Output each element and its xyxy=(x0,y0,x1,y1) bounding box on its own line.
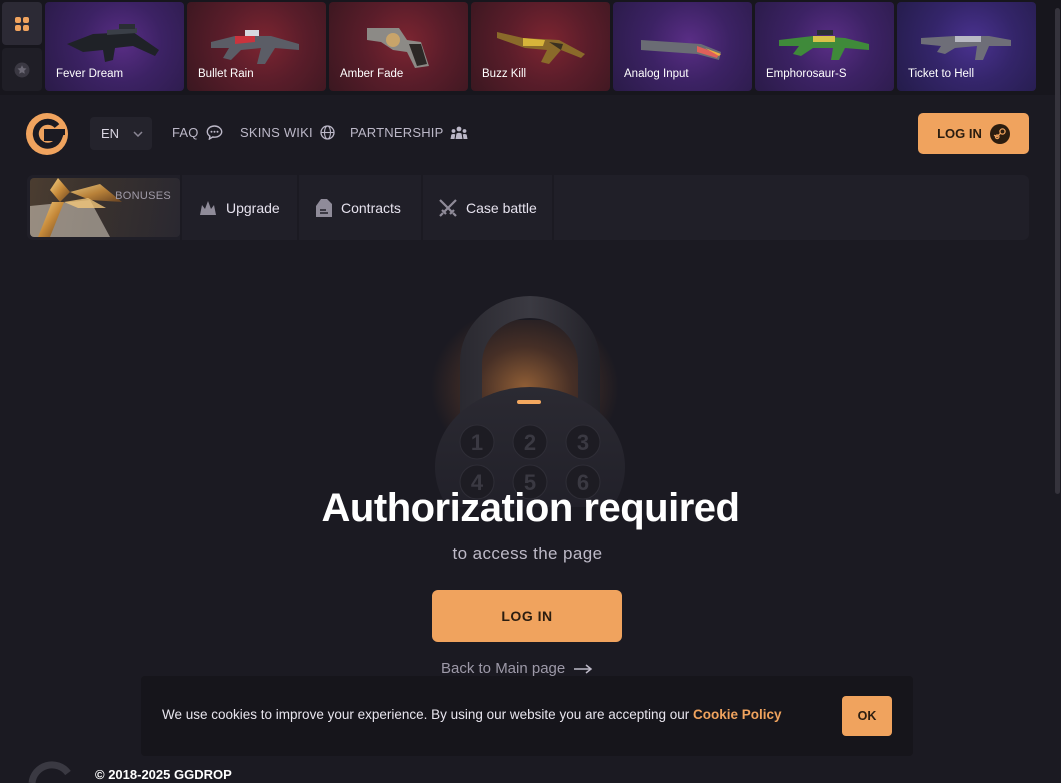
steam-icon xyxy=(989,123,1010,144)
language-select[interactable]: EN xyxy=(90,117,152,150)
login-button-header[interactable]: LOG IN xyxy=(918,113,1029,154)
copyright-text: © 2018-2025 GGDROP xyxy=(95,767,232,782)
login-main-label: LOG IN xyxy=(501,608,553,624)
menu-case-battle-label: Case battle xyxy=(466,199,537,216)
rifle-icon xyxy=(779,30,869,60)
cookie-text: We use cookies to improve your experienc… xyxy=(162,707,694,722)
drop-item[interactable]: Analog Input xyxy=(613,2,752,91)
menu-divider xyxy=(421,175,423,240)
cookie-ok-label: OK xyxy=(857,709,877,723)
drop-item[interactable]: Bullet Rain xyxy=(187,2,326,91)
nav-faq-label: FAQ xyxy=(172,125,199,140)
drop-item[interactable]: Amber Fade xyxy=(329,2,468,91)
menu-contracts-label: Contracts xyxy=(341,199,401,216)
nav-partnership[interactable]: PARTNERSHIP xyxy=(350,125,468,140)
globe-icon xyxy=(320,125,335,140)
svg-text:3: 3 xyxy=(577,430,589,455)
scrollbar-thumb[interactable] xyxy=(1055,8,1060,494)
padlock-icon: 123 456 xyxy=(435,296,625,507)
rifle-icon xyxy=(211,30,299,64)
language-label: EN xyxy=(101,126,120,141)
login-button-label: LOG IN xyxy=(937,126,982,141)
back-to-main-link[interactable]: Back to Main page xyxy=(441,660,593,677)
star-icon xyxy=(14,62,30,77)
login-button-main[interactable]: LOG IN xyxy=(432,590,622,642)
contract-icon xyxy=(316,198,332,217)
chat-icon xyxy=(206,125,223,140)
drop-item-name: Amber Fade xyxy=(340,68,404,80)
grid-icon xyxy=(15,16,29,31)
nav-partnership-label: PARTNERSHIP xyxy=(350,125,444,140)
auth-title: Authorization required xyxy=(321,486,740,530)
crossed-swords-icon xyxy=(439,198,457,217)
strip-tabs xyxy=(2,2,42,94)
shotgun-icon xyxy=(641,40,721,60)
nav-faq[interactable]: FAQ xyxy=(172,125,223,140)
drop-item[interactable]: Emphorosaur-S xyxy=(755,2,894,91)
drop-item-name: Analog Input xyxy=(624,68,689,80)
drop-item-name: Buzz Kill xyxy=(482,68,527,80)
cookie-policy-link[interactable]: Cookie Policy xyxy=(693,707,782,722)
drop-item[interactable]: Ticket to Hell xyxy=(897,2,1036,91)
auth-subtitle: to access the page xyxy=(452,544,603,563)
revolver-icon xyxy=(367,28,429,68)
cookie-message: We use cookies to improve your experienc… xyxy=(162,707,782,722)
menu-case-battle[interactable]: Case battle xyxy=(438,175,537,240)
rifle-icon xyxy=(497,32,585,64)
back-link-label: Back to Main page xyxy=(441,660,566,677)
ggdrop-logo-icon[interactable] xyxy=(25,112,69,156)
cookie-banner: We use cookies to improve your experienc… xyxy=(141,676,913,756)
menu-divider xyxy=(180,175,182,240)
menu-upgrade-label: Upgrade xyxy=(226,199,280,216)
upgrade-icon xyxy=(200,200,216,215)
gift-icon xyxy=(30,178,122,237)
arrow-right-icon xyxy=(574,663,593,674)
nav-skins-wiki-label: SKINS WIKI xyxy=(240,125,313,140)
people-icon xyxy=(450,126,468,139)
footer-logo-icon xyxy=(28,761,71,783)
live-drop-strip: Fever Dream Bullet Rain Amber Fade Buzz … xyxy=(0,0,1061,95)
game-menu: BONUSES Upgrade Contracts Case battle xyxy=(27,175,1029,240)
menu-divider xyxy=(552,175,554,240)
chevron-down-icon xyxy=(133,130,143,137)
bonuses-label: BONUSES xyxy=(115,190,171,202)
nav-skins-wiki[interactable]: SKINS WIKI xyxy=(240,125,335,140)
drop-item-name: Bullet Rain xyxy=(198,68,254,80)
drop-item-name: Fever Dream xyxy=(56,68,124,80)
rifle-icon xyxy=(921,36,1011,60)
menu-contracts[interactable]: Contracts xyxy=(315,175,401,240)
menu-upgrade[interactable]: Upgrade xyxy=(198,175,280,240)
cookie-ok-button[interactable]: OK xyxy=(842,696,892,736)
drop-item[interactable]: Buzz Kill xyxy=(471,2,610,91)
drop-item[interactable]: Fever Dream xyxy=(45,2,184,91)
svg-text:2: 2 xyxy=(524,430,536,455)
svg-text:1: 1 xyxy=(471,430,483,455)
drop-items: Fever Dream Bullet Rain Amber Fade Buzz … xyxy=(45,2,1036,91)
bonuses-tile[interactable]: BONUSES xyxy=(30,178,180,237)
menu-divider xyxy=(297,175,299,240)
drop-item-name: Emphorosaur-S xyxy=(766,68,847,80)
drop-item-name: Ticket to Hell xyxy=(908,68,975,80)
rifle-icon xyxy=(67,24,159,62)
top-drops-tab[interactable] xyxy=(2,48,42,91)
all-drops-tab[interactable] xyxy=(2,2,42,45)
